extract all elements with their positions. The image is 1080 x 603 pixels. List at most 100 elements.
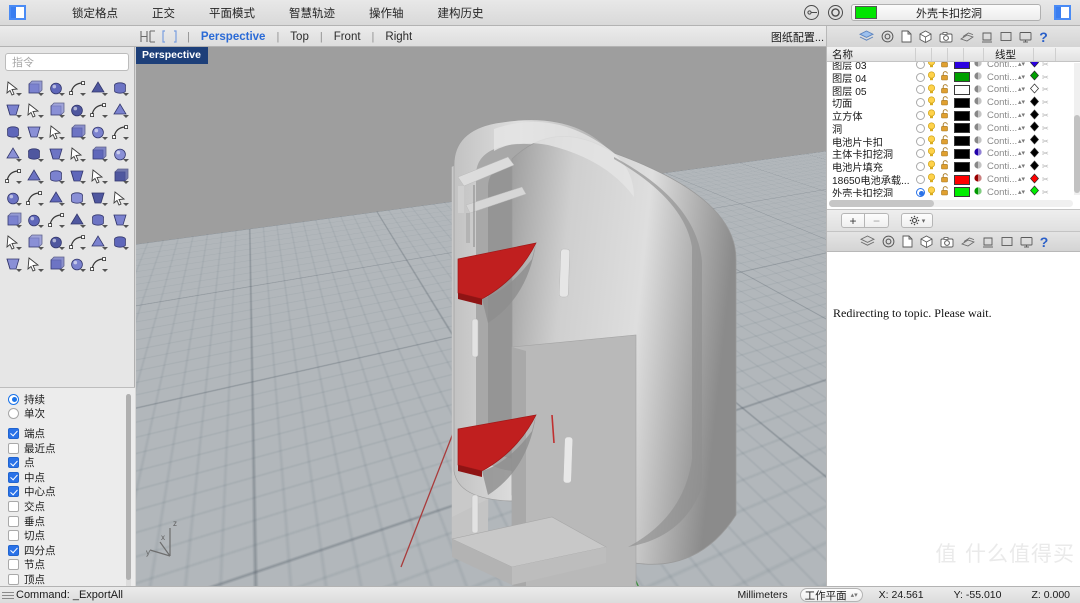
layer-material-icon[interactable] [970,135,985,148]
layer-linetype[interactable]: Conti... [985,84,1017,95]
checkbox-icon[interactable] [8,471,19,483]
tab-front[interactable]: Front [330,31,365,43]
ellipse-icon[interactable] [110,77,131,98]
linetype-stepper-icon[interactable]: ▴▾ [1017,125,1026,132]
layer-color-swatch[interactable] [954,72,970,83]
shaded-sphere-icon[interactable] [3,253,24,274]
viewport-layout-single-icon[interactable] [162,30,180,43]
array-grid-icon[interactable] [3,187,24,208]
layer-table-vscrollbar-thumb[interactable] [1074,115,1080,193]
layer-material-icon[interactable] [970,62,985,71]
linetype-stepper-icon[interactable]: ▴▾ [1017,138,1026,145]
checkbox-icon[interactable] [8,457,19,469]
zoom-selected-icon[interactable] [24,209,45,230]
osnap-交点[interactable]: 交点 [8,499,135,514]
column-header-linetype[interactable]: 线型 [995,47,1016,62]
spotlight-icon[interactable] [67,253,88,274]
layer-material-icon[interactable] [970,84,985,97]
layer-visibility-icon[interactable] [925,83,938,97]
toolbar-item-grid-snap[interactable]: 锁定格点 [72,5,118,21]
tab-perspective[interactable]: Perspective [197,31,270,43]
layer-color-swatch[interactable] [954,62,970,70]
current-layer-radio[interactable] [916,136,925,146]
osnap-顶点[interactable]: 顶点 [8,572,135,587]
layer-linetype[interactable]: Conti... [985,136,1017,147]
render-icon[interactable] [960,31,975,43]
layer-print-width-icon[interactable]: ✂ [1042,162,1054,171]
cplane-selector[interactable]: 工作平面 ▴▾ [799,588,863,602]
drag-grip[interactable] [2,590,14,601]
osnap-四分点[interactable]: 四分点 [8,543,135,558]
lock-icon[interactable] [67,231,88,252]
surface-from-curves-icon[interactable] [88,99,109,120]
layer-lock-icon[interactable] [938,160,952,173]
toolbar-item-ortho[interactable]: 正交 [152,5,175,21]
osnap-点[interactable]: 点 [8,455,135,470]
current-layer-radio[interactable] [916,149,925,159]
layer-visibility-icon[interactable] [925,160,938,173]
page-icon[interactable] [901,30,912,43]
display-icon[interactable] [982,236,994,248]
render-mesh-icon[interactable] [3,231,24,252]
current-layer-radio[interactable] [916,123,925,133]
mirror-icon[interactable] [67,165,88,186]
camera-icon[interactable] [939,31,953,43]
layer-material-icon[interactable] [970,173,985,186]
linetype-stepper-icon[interactable]: ▴▾ [1017,62,1026,68]
layer-linetype[interactable]: Conti... [985,62,1017,70]
layer-visibility-icon[interactable] [925,62,938,71]
named-view-icon[interactable] [110,209,131,230]
layer-material-icon[interactable] [970,186,985,197]
rectangle-icon[interactable] [24,99,45,120]
layer-print-width-icon[interactable]: ✂ [1042,62,1054,69]
layer-linetype[interactable]: Conti... [985,161,1017,172]
layer-lock-icon[interactable] [938,122,952,135]
current-layer-radio[interactable] [916,85,925,95]
osnap-scrollbar-thumb[interactable] [126,394,131,580]
rendered-sphere-icon[interactable] [46,253,67,274]
chamfer-edge-icon[interactable] [110,143,131,164]
boolean-intersect-icon[interactable] [46,143,67,164]
dimension-icon[interactable] [24,165,45,186]
layer-material-icon[interactable] [970,109,985,122]
current-layer-radio[interactable] [916,175,925,185]
layer-visibility-icon[interactable] [925,186,938,197]
layer-color-swatch[interactable] [954,97,970,108]
linetype-stepper-icon[interactable]: ▴▾ [1017,150,1026,157]
linetype-stepper-icon[interactable]: ▴▾ [1017,99,1026,106]
osnap-scrollbar[interactable] [126,394,131,603]
checkbox-icon[interactable] [8,427,19,439]
layer-options-button[interactable]: ▾ [901,213,933,228]
fillet-edge-icon[interactable] [88,143,109,164]
sidebar-toggle-right-button[interactable] [1054,5,1071,20]
layer-target-icon[interactable] [827,4,844,21]
layer-color-swatch[interactable] [954,84,970,95]
layer-print-width-icon[interactable]: ✂ [1042,149,1054,158]
layer-lock-icon[interactable] [938,96,952,109]
layer-print-width-icon[interactable]: ✂ [1042,73,1054,82]
layer-color-swatch[interactable] [954,187,970,197]
layer-table-hscrollbar-thumb[interactable] [829,200,934,207]
layer-visibility-icon[interactable] [925,135,938,148]
layer-print-width-icon[interactable]: ✂ [1042,137,1054,146]
help-icon[interactable]: ? [1039,30,1048,44]
layer-lock-icon[interactable] [938,134,952,148]
array-icon[interactable] [110,165,131,186]
material-icon[interactable] [88,231,109,252]
checkbox-icon[interactable] [8,530,19,542]
layers-icon[interactable] [859,30,875,43]
layer-visibility-icon[interactable] [925,122,938,135]
current-layer-radio[interactable] [916,111,925,121]
layer-lock-icon[interactable] [938,173,952,186]
toolbar-item-gumball[interactable]: 操作轴 [369,5,404,21]
fillet-curve-icon[interactable] [67,99,88,120]
add-layer-button[interactable]: + [841,213,865,228]
layer-color-swatch[interactable] [954,136,970,147]
layer-color-swatch[interactable] [954,123,970,134]
point-icon[interactable] [24,77,45,98]
current-layer-radio[interactable] [916,162,925,172]
current-layer-radio[interactable] [916,72,925,82]
osnap-mode-1[interactable]: 单次 [8,407,135,422]
current-layer-color-swatch[interactable] [855,6,877,19]
layer-lock-icon[interactable] [938,83,952,97]
